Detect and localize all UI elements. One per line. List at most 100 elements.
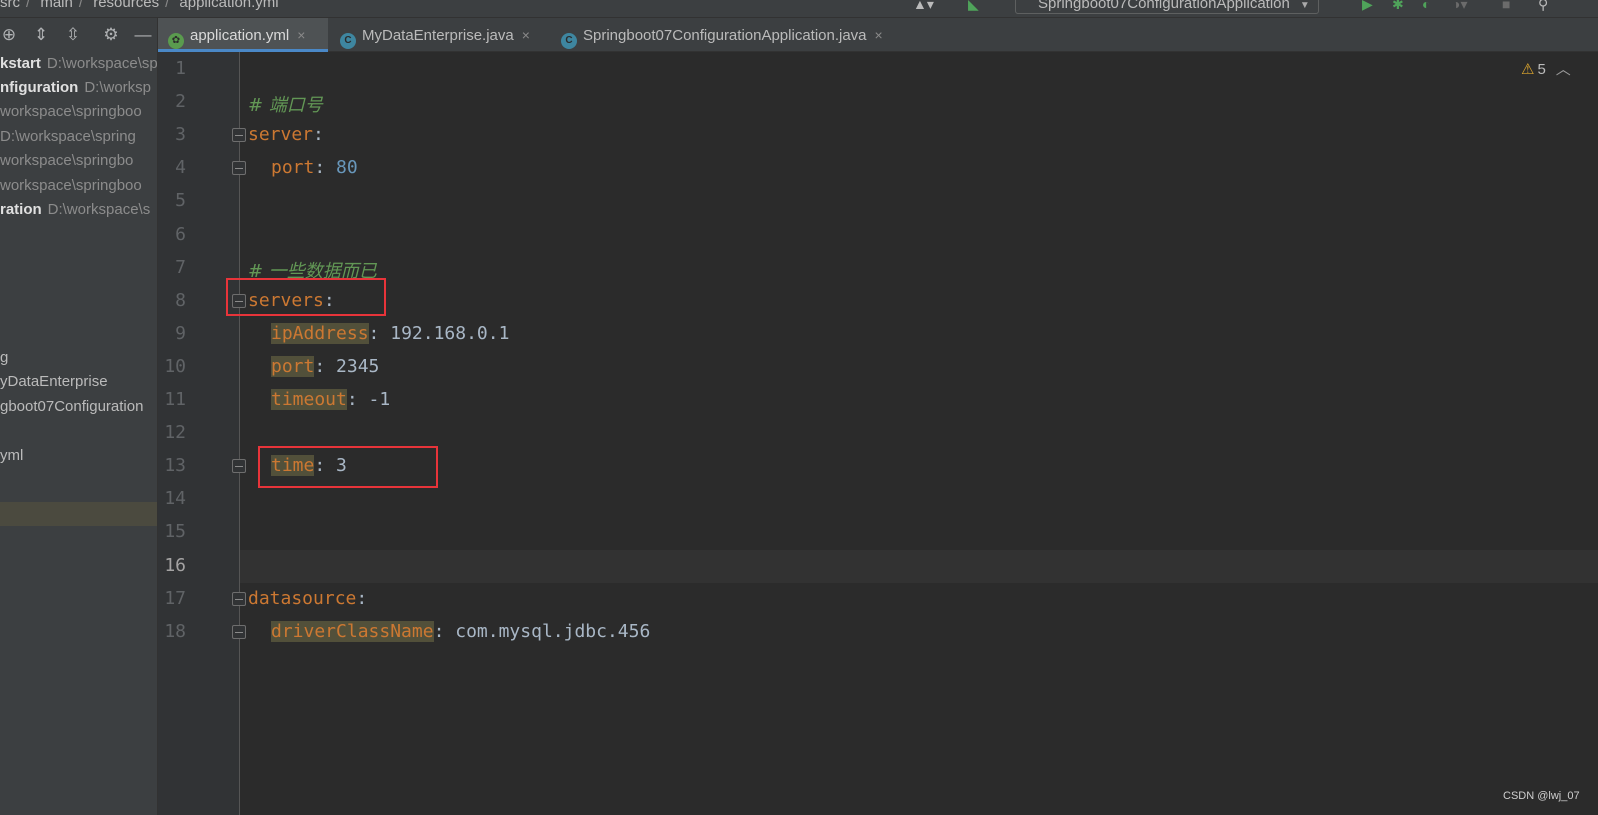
breadcrumb-item-resources[interactable]: resources [93,0,159,11]
fold-toggle-icon[interactable] [232,459,246,474]
code-line[interactable]: driverClassName: com.mysql.jdbc.456 [271,620,651,642]
collapse-all-icon[interactable]: ⇳ [64,25,82,45]
code-line[interactable]: port: 80 [271,157,358,178]
project-tree-label: yml [0,447,24,464]
expand-all-icon[interactable]: ⇕ [32,25,50,45]
project-tree-item[interactable]: workspace\springboo [0,100,142,124]
yaml-value: 80 [336,157,358,179]
run-configuration-select[interactable]: Springboot07ConfigurationApplication ▼ [1015,0,1319,14]
fold-toggle-icon[interactable] [232,624,246,639]
search-icon[interactable]: ⚲ [1538,0,1548,13]
line-number: 16 [164,554,186,576]
run-icon[interactable]: ▶ [1362,0,1373,13]
watermark: CSDN @lwj_07 [1503,790,1580,802]
project-tree-item[interactable]: gboot07Configuration [0,395,143,419]
locate-file-icon[interactable]: ⊕ [0,25,18,45]
project-tree-item[interactable]: g [0,346,8,370]
project-tree-item[interactable]: nfiguration D:\worksp [0,76,151,100]
yaml-key: port [271,157,315,179]
yaml-separator: : [433,620,456,642]
line-number: 4 [175,157,186,179]
class-icon: C [340,33,356,49]
close-icon[interactable]: × [297,27,305,43]
spring-class-icon: C [561,33,577,49]
breadcrumb-item-main[interactable]: main [40,0,73,11]
project-tree-path: workspace\springbo [0,152,134,169]
fold-toggle-icon[interactable] [232,161,246,176]
fold-toggle-icon[interactable] [232,128,246,143]
code-line[interactable]: ipAddress: 192.168.0.1 [271,322,509,344]
coverage-icon[interactable]: ◐ [1422,0,1430,12]
project-tree-item[interactable]: D:\workspace\spring [0,125,136,149]
yaml-key: ipAddress [271,322,369,344]
editor-tab-bar: ✿ application.yml × C MyDataEnterprise.java… [158,18,1598,52]
code-line[interactable]: server: [248,124,324,145]
fold-toggle-icon[interactable] [232,591,246,606]
code-line[interactable]: port: 2345 [271,355,380,377]
user-icon[interactable]: ▲▾ [913,0,934,13]
line-number: 13 [164,455,186,477]
code-line[interactable]: datasource: [248,588,367,609]
line-number: 5 [175,190,186,212]
hide-panel-icon[interactable]: — [134,25,152,45]
breadcrumb-item-file[interactable]: application.yml [179,0,278,11]
yaml-comment: # 端口号 [248,95,323,117]
navigation-bar: src / main / resources / application.yml ▲▾… [0,0,1598,18]
line-number: 14 [164,488,186,510]
warning-count: 5 [1537,61,1546,78]
yaml-key: server [248,124,314,146]
line-number: 9 [175,322,186,344]
annotation-box-time [258,446,438,488]
breadcrumb-item-src[interactable]: src [0,0,20,11]
project-tree-path: D:\worksp [84,79,152,96]
gear-icon[interactable]: ⚙ [102,25,120,45]
project-tree-label: yDataEnterprise [0,373,108,390]
chevron-down-icon: ▼ [1299,0,1310,11]
project-tree-item[interactable]: ration D:\workspace\s [0,198,150,222]
project-tree-label: g [0,349,9,366]
stop-icon[interactable]: ■ [1502,0,1510,12]
chevron-up-icon[interactable]: ︿ [1556,61,1571,78]
profile-icon[interactable]: ◑▾ [1452,0,1467,13]
debug-icon[interactable]: ✱ [1392,0,1404,13]
close-icon[interactable]: × [875,27,883,43]
project-toolbar: ⊕ ⇕ ⇳ ⚙ — [0,18,157,52]
project-tree-path: D:\workspace\spring [0,128,136,145]
yaml-value: 2345 [336,355,380,377]
code-line[interactable]: # 端口号 [248,91,323,117]
build-hammer-icon[interactable]: ◣ [968,0,979,13]
inspection-widget[interactable]: ⚠ 5 ︿ [1521,58,1571,79]
close-icon[interactable]: × [522,27,530,43]
project-tree-item[interactable]: yDataEnterprise [0,370,108,394]
line-number: 11 [164,389,186,410]
project-tree-path: D:\workspace\sp [46,55,158,72]
tab-springboot07configurationapplication-java[interactable]: C Springboot07ConfigurationApplication.ja… [551,18,931,52]
project-tree-path: workspace\springboo [0,177,142,194]
project-tree-label: kstart [0,55,41,72]
yaml-key: timeout [271,389,347,410]
tree-selection-highlight [0,502,157,526]
code-editor[interactable]: 1 2 # 端口号 3 server: 4 port: 80 5 6 7 # 一些数据而已 8 serv… [158,52,1598,815]
project-tree-item[interactable]: workspace\springboo [0,174,142,198]
line-number: 1 [175,58,186,79]
breadcrumb: src / main / resources / application.yml [0,0,285,11]
line-number: 2 [175,91,186,113]
line-number: 6 [175,223,186,245]
tab-mydataenterprise-java[interactable]: C MyDataEnterprise.java × [330,18,550,52]
project-tree-item[interactable]: yml [0,444,23,468]
yaml-separator: : [314,355,337,377]
yaml-value: com.mysql.jdbc.456 [455,620,651,642]
tab-label: Springboot07ConfigurationApplication.jav… [583,27,867,44]
run-configuration-label: Springboot07ConfigurationApplication [1038,0,1290,12]
yaml-key: port [271,355,315,377]
project-tree-label: gboot07Configuration [0,398,144,415]
code-line[interactable]: timeout: -1 [271,389,390,410]
yaml-separator: : [356,587,368,609]
project-tree-label: nfiguration [0,79,79,96]
yaml-value: -1 [368,389,391,410]
yaml-separator: : [368,322,391,344]
tab-application-yml[interactable]: ✿ application.yml × [158,18,328,52]
project-tree-item[interactable]: kstart D:\workspace\sp [0,52,158,76]
line-number: 12 [164,422,186,444]
project-tree-item[interactable]: workspace\springbo [0,149,133,173]
